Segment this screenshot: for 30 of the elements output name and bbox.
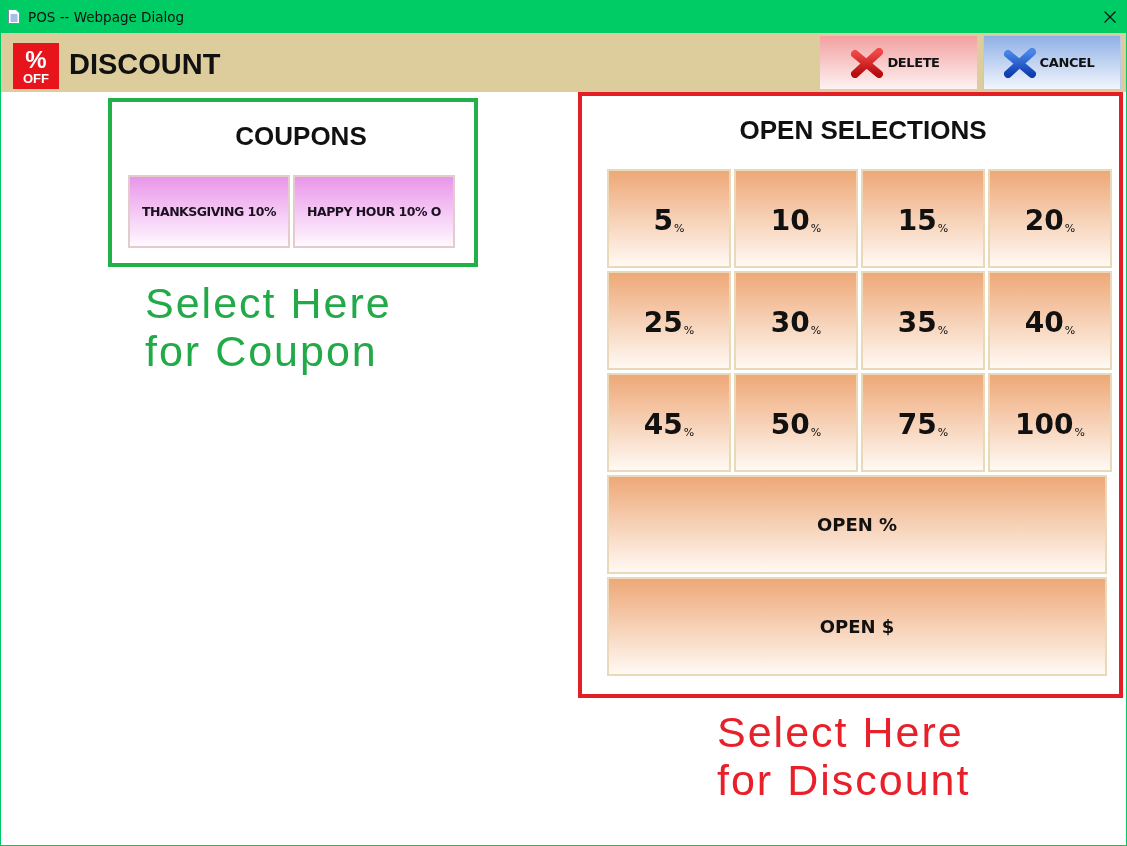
cancel-button[interactable]: CANCEL (983, 35, 1121, 90)
percent-button[interactable]: 25% (607, 271, 731, 370)
cross-icon (1003, 47, 1036, 78)
percent-button[interactable]: 35% (861, 271, 985, 370)
cross-icon (851, 47, 884, 78)
percent-button[interactable]: 20% (988, 169, 1112, 268)
percent-button[interactable]: 40% (988, 271, 1112, 370)
percent-button[interactable]: 50% (734, 373, 858, 472)
open-amount-button[interactable]: OPEN % (607, 475, 1107, 574)
coupon-button[interactable]: HAPPY HOUR 10% O (293, 175, 455, 248)
percent-button[interactable]: 75% (861, 373, 985, 472)
logo-percent-sign: % (25, 47, 47, 72)
page-title: DISCOUNT (69, 50, 221, 79)
discount-annotation: Select Here for Discount (717, 708, 971, 804)
window-title: POS -- Webpage Dialog (28, 8, 185, 25)
open-amount-button[interactable]: OPEN $ (607, 577, 1107, 676)
percent-button[interactable]: 30% (734, 271, 858, 370)
delete-button[interactable]: DELETE (819, 35, 978, 90)
coupon-annotation: Select Here for Coupon (145, 279, 392, 375)
close-icon[interactable] (1104, 10, 1116, 23)
open-selections-title: OPEN SELECTIONS (739, 115, 987, 145)
percent-button[interactable]: 5% (607, 169, 731, 268)
document-icon (8, 9, 20, 24)
percent-button[interactable]: 100% (988, 373, 1112, 472)
percent-button[interactable]: 15% (861, 169, 985, 268)
logo-caption: OFF (23, 71, 49, 85)
coupon-button[interactable]: THANKSGIVING 10% (128, 175, 290, 248)
coupons-title: COUPONS (235, 121, 367, 151)
percent-button[interactable]: 10% (734, 169, 858, 268)
percent-button[interactable]: 45% (607, 373, 731, 472)
